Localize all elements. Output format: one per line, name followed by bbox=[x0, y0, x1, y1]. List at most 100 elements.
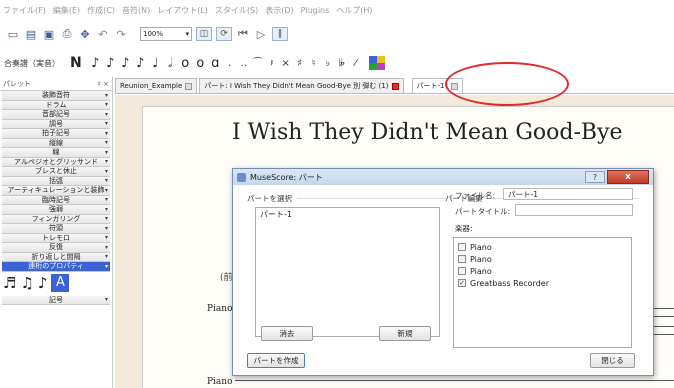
note-input-toolbar: 合奏譜（実音） N ♪ ♪ ♪ ♪ ♩ 𝅗𝅥 o o ɑ . .. ⁀ 𝄽 × … bbox=[0, 50, 674, 76]
menu-plugins[interactable]: Plugins bbox=[301, 6, 330, 15]
dot-icon[interactable]: . bbox=[225, 58, 235, 69]
main-toolbar: ▭ ▤ ▣ ⎙ ✥ ↶ ↷ 100% ▾ ◫ ⟳ ⏮ ▷ ‖ bbox=[0, 23, 674, 45]
note-32nd-icon[interactable]: ♪ bbox=[105, 56, 116, 71]
filename-field[interactable]: パート-1 bbox=[503, 188, 633, 200]
menu-style[interactable]: スタイル(S) bbox=[215, 5, 258, 16]
play-icon[interactable]: ▷ bbox=[254, 27, 268, 41]
note-16th-icon[interactable]: ♪ bbox=[120, 56, 131, 71]
close-dialog-button[interactable]: 閉じる bbox=[590, 353, 635, 368]
save-icon[interactable]: ▣ bbox=[42, 27, 56, 41]
natural-icon[interactable]: ♮ bbox=[309, 58, 319, 69]
undo-icon[interactable]: ↶ bbox=[96, 27, 110, 41]
part-title-field[interactable] bbox=[515, 204, 633, 216]
close-button[interactable]: x bbox=[607, 170, 649, 184]
list-item[interactable]: ✓ Greatbass Recorder bbox=[454, 277, 631, 289]
menu-create[interactable]: 作成(C) bbox=[87, 5, 115, 16]
instrument-label[interactable]: Piano bbox=[207, 304, 233, 314]
redo-icon[interactable]: ↷ bbox=[114, 27, 128, 41]
note-quarter-icon[interactable]: ♩ bbox=[150, 56, 161, 71]
mixer-icon[interactable]: ✥ bbox=[78, 27, 92, 41]
note-input-mode-button[interactable]: N bbox=[70, 55, 82, 71]
chevron-down-icon: ▾ bbox=[104, 139, 108, 147]
sharp-icon[interactable]: ♯ bbox=[295, 58, 305, 69]
voice-color-icon[interactable] bbox=[368, 56, 385, 70]
chevron-down-icon: ▾ bbox=[104, 215, 108, 223]
menu-layout[interactable]: レイアウト(L) bbox=[157, 5, 208, 16]
staff-line[interactable] bbox=[235, 380, 674, 388]
delete-part-button[interactable]: 消去 bbox=[261, 326, 313, 341]
concert-pitch-label[interactable]: 合奏譜（実音） bbox=[4, 58, 60, 69]
note-eighth-icon[interactable]: ♪ bbox=[135, 56, 146, 71]
filename-label: ファイル名: bbox=[455, 191, 496, 200]
chevron-down-icon: ▾ bbox=[104, 205, 108, 213]
tab-reunion-example[interactable]: Reunion_Example bbox=[115, 78, 198, 93]
instrument-checkbox[interactable]: ✓ bbox=[458, 279, 466, 287]
chevron-down-icon: ▾ bbox=[104, 186, 108, 194]
menu-notes[interactable]: 音符(N) bbox=[122, 5, 150, 16]
instrument-list[interactable]: Piano Piano Piano ✓ Greatbass Recorder bbox=[453, 237, 632, 348]
menu-view[interactable]: 表示(D) bbox=[265, 5, 293, 16]
score-title[interactable]: I Wish They Didn't Mean Good-Bye bbox=[232, 120, 623, 145]
tie-icon[interactable]: ⁀ bbox=[253, 58, 263, 69]
note-long-icon[interactable]: ɑ bbox=[210, 56, 221, 71]
palette-item-label: 括弧 bbox=[49, 176, 63, 185]
beam-middle-icon[interactable]: ♫ bbox=[20, 274, 33, 292]
repeat-icon[interactable]: ‖ bbox=[272, 27, 288, 41]
list-item[interactable]: Piano bbox=[454, 253, 631, 265]
list-item[interactable]: Piano bbox=[454, 265, 631, 277]
close-icon[interactable] bbox=[185, 82, 193, 90]
double-dot-icon[interactable]: .. bbox=[239, 58, 249, 69]
chevron-down-icon: ▾ bbox=[185, 30, 189, 38]
note-half-icon[interactable]: 𝅗𝅥 bbox=[165, 56, 176, 71]
flat-icon[interactable]: ♭ bbox=[323, 58, 333, 69]
double-flat-icon[interactable]: 𝄫 bbox=[337, 58, 347, 69]
new-file-icon[interactable]: ▭ bbox=[6, 27, 20, 41]
list-item[interactable]: パート-1 bbox=[256, 208, 439, 221]
beam-start-icon[interactable]: ♬ bbox=[3, 274, 16, 292]
highlight-annotation bbox=[445, 62, 569, 106]
open-file-icon[interactable]: ▤ bbox=[24, 27, 38, 41]
chevron-down-icon: ▾ bbox=[104, 262, 108, 270]
help-button[interactable]: ? bbox=[585, 171, 605, 183]
rewind-icon[interactable]: ⏮ bbox=[236, 27, 250, 41]
note-whole-icon[interactable]: o bbox=[180, 56, 191, 71]
new-part-button[interactable]: 新規 bbox=[379, 326, 431, 341]
double-sharp-icon[interactable]: × bbox=[281, 58, 291, 69]
part-list[interactable]: パート-1 bbox=[255, 207, 440, 337]
no-beam-icon[interactable]: ♪ bbox=[38, 274, 48, 292]
score-subtitle[interactable]: (前 bbox=[220, 270, 233, 283]
chevron-down-icon: ▾ bbox=[104, 101, 108, 109]
palette-item-label: 調号 bbox=[49, 119, 63, 128]
palette-item-symbols[interactable]: 記号 ▾ bbox=[2, 295, 110, 305]
tab-part-score[interactable]: パート: I Wish They Didn't Mean Good-Bye 別 … bbox=[199, 78, 404, 93]
instrument-name: Piano bbox=[470, 254, 492, 264]
print-icon[interactable]: ⎙ bbox=[60, 27, 74, 41]
chevron-down-icon: ▾ bbox=[104, 196, 108, 204]
note-breve-icon[interactable]: o bbox=[195, 56, 206, 71]
close-icon[interactable] bbox=[391, 82, 399, 90]
rest-icon[interactable]: 𝄽 bbox=[267, 58, 277, 69]
instrument-name: Piano bbox=[470, 242, 492, 252]
dialog-title: MuseScore: パート bbox=[250, 172, 323, 182]
instrument-label[interactable]: Piano bbox=[207, 377, 233, 387]
palette-item[interactable]: 連桁のプロパティ ▾ bbox=[2, 262, 110, 272]
chevron-down-icon: ▾ bbox=[104, 167, 108, 175]
menu-help[interactable]: ヘルプ(H) bbox=[336, 5, 372, 16]
menu-file[interactable]: ファイル(F) bbox=[3, 5, 46, 16]
instrument-checkbox[interactable] bbox=[458, 243, 466, 251]
chevron-down-icon: ▾ bbox=[104, 129, 108, 137]
page-view-icon[interactable]: ◫ bbox=[196, 27, 212, 41]
list-item[interactable]: Piano bbox=[454, 241, 631, 253]
loop-icon[interactable]: ⟳ bbox=[216, 27, 232, 41]
instrument-checkbox[interactable] bbox=[458, 255, 466, 263]
note-64th-icon[interactable]: ♪ bbox=[90, 56, 101, 71]
create-parts-button[interactable]: パートを作成 bbox=[247, 353, 305, 368]
flip-direction-icon[interactable]: ⁄ bbox=[351, 58, 361, 69]
instrument-checkbox[interactable] bbox=[458, 267, 466, 275]
menu-edit[interactable]: 編集(E) bbox=[53, 5, 80, 16]
tab-label: パート-1* bbox=[416, 82, 448, 90]
musescore-app-icon bbox=[237, 172, 246, 182]
zoom-select[interactable]: 100% ▾ bbox=[140, 27, 192, 41]
palette-header-icons[interactable]: ♯ × bbox=[98, 80, 109, 88]
auto-beam-icon[interactable]: A bbox=[51, 273, 70, 292]
